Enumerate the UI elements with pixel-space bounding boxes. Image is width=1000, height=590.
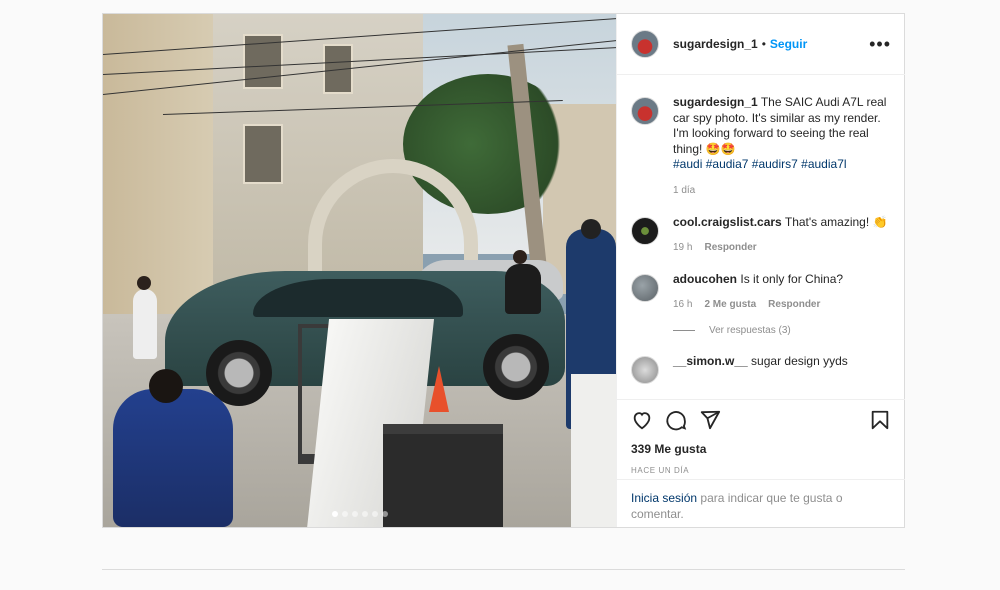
- traffic-cone: [429, 366, 449, 412]
- post-photo[interactable]: [103, 14, 616, 527]
- carousel-dot[interactable]: [371, 511, 378, 517]
- seated-man: [113, 389, 233, 527]
- comment-username[interactable]: __simon.w__: [673, 354, 748, 368]
- hashtag[interactable]: #audirs7: [752, 157, 798, 171]
- view-replies-label[interactable]: Ver respuestas (3): [709, 325, 791, 336]
- comment-text: That's amazing! 👏: [784, 214, 888, 229]
- view-replies[interactable]: Ver respuestas (3): [673, 325, 891, 336]
- login-link[interactable]: Inicia sesión: [631, 491, 697, 505]
- hashtag[interactable]: #audia7l: [801, 157, 846, 171]
- comment: __simon.w__ sugar design yyds: [631, 354, 891, 384]
- separator: •: [761, 37, 766, 51]
- pedestrian: [133, 289, 157, 359]
- more-options-icon[interactable]: •••: [869, 34, 891, 55]
- likes-count[interactable]: 339 Me gusta: [631, 442, 891, 456]
- comment-text: Is it only for China?: [740, 271, 844, 286]
- comment-username[interactable]: adoucohen: [673, 272, 737, 286]
- caption-username[interactable]: sugardesign_1: [673, 95, 758, 109]
- footer-divider: [102, 569, 905, 570]
- carousel-dot[interactable]: [361, 511, 368, 517]
- comment-likes[interactable]: 2 Me gusta: [704, 297, 756, 313]
- instagram-post: sugardesign_1 • Seguir ••• sugardesign_1…: [102, 13, 905, 528]
- side-panel: sugardesign_1 • Seguir ••• sugardesign_1…: [616, 14, 905, 527]
- post-header: sugardesign_1 • Seguir •••: [617, 14, 905, 75]
- replies-line: [673, 329, 695, 331]
- carousel-dot[interactable]: [341, 511, 348, 517]
- comment: adoucohen Is it only for China? 16 h 2 M…: [631, 272, 891, 313]
- share-icon[interactable]: [699, 409, 721, 431]
- comment: cool.craigslist.cars That's amazing! 👏 1…: [631, 215, 891, 256]
- car-window: [253, 279, 463, 317]
- caption-time[interactable]: 1 día: [673, 183, 695, 199]
- reply-button[interactable]: Responder: [768, 297, 820, 313]
- post-date[interactable]: HACE UN DÍA: [631, 466, 891, 475]
- pedestrian: [505, 264, 541, 314]
- carousel-dot[interactable]: [351, 511, 358, 517]
- hashtag[interactable]: #audia7: [706, 157, 749, 171]
- login-prompt: Inicia sesión para indicar que te gusta …: [617, 479, 905, 527]
- carousel-dot[interactable]: [381, 511, 388, 517]
- comment-avatar[interactable]: [631, 216, 659, 245]
- building-left: [103, 14, 223, 314]
- comment-avatar[interactable]: [631, 273, 659, 302]
- comment-time[interactable]: 19 h: [673, 240, 692, 256]
- author-avatar[interactable]: [631, 30, 659, 58]
- hashtag[interactable]: #audi: [673, 157, 702, 171]
- comment-username[interactable]: cool.craigslist.cars: [673, 215, 782, 229]
- comment-icon[interactable]: [665, 409, 687, 431]
- bookmark-icon[interactable]: [869, 409, 891, 431]
- follow-button[interactable]: Seguir: [770, 37, 807, 51]
- white-panel: [571, 374, 616, 527]
- comment-time[interactable]: 16 h: [673, 297, 692, 313]
- carousel-dot[interactable]: [331, 511, 338, 517]
- comment-avatar[interactable]: [631, 355, 659, 384]
- car-wheel-rear: [483, 334, 549, 400]
- action-bar: 339 Me gusta HACE UN DÍA: [617, 399, 905, 489]
- reply-button[interactable]: Responder: [704, 240, 756, 256]
- author-username[interactable]: sugardesign_1: [673, 37, 758, 51]
- caption-avatar[interactable]: [631, 97, 659, 125]
- comments-list[interactable]: sugardesign_1 The SAIC Audi A7L real car…: [617, 75, 905, 398]
- caption: sugardesign_1 The SAIC Audi A7L real car…: [631, 95, 891, 199]
- heart-icon[interactable]: [631, 409, 653, 431]
- carousel-dots: [103, 511, 616, 517]
- comment-text: sugar design yyds: [751, 353, 848, 368]
